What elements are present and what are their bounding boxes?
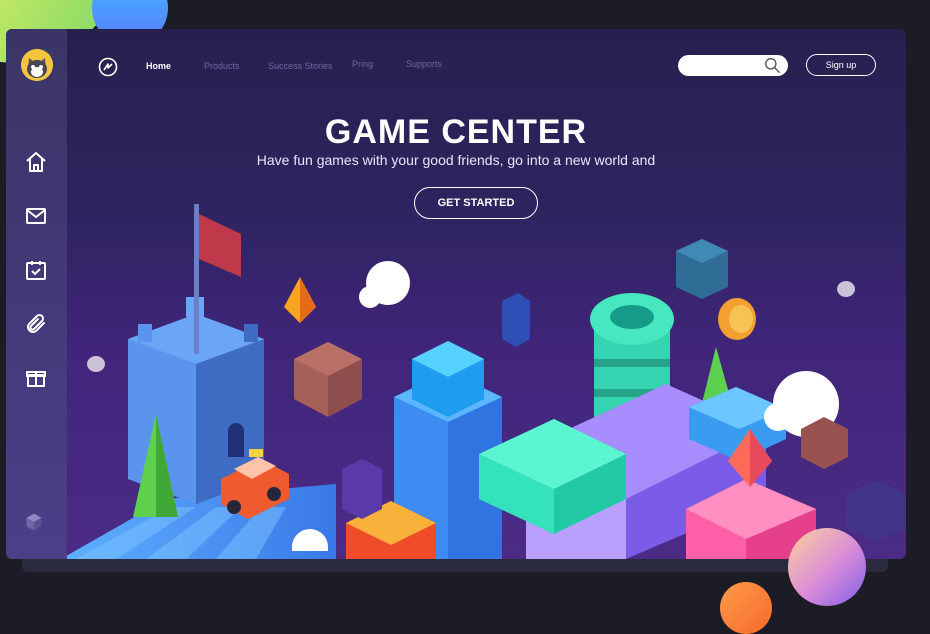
app-window: Home Products Success Stories Pring Supp…	[6, 29, 906, 559]
taxi-car	[221, 449, 289, 519]
cat-avatar-icon	[21, 49, 53, 81]
logo[interactable]	[98, 57, 118, 77]
paperclip-icon	[27, 313, 45, 333]
crate	[294, 342, 362, 417]
top-nav: Home Products Success Stories Pring Supp…	[67, 29, 906, 101]
road	[61, 484, 336, 559]
cloud-right	[764, 371, 839, 437]
sidebar-item-cube[interactable]	[24, 512, 44, 532]
calendar-check-icon	[26, 261, 46, 280]
search-input[interactable]	[678, 55, 788, 76]
small-blue-block	[502, 293, 530, 347]
pink-gem	[728, 429, 772, 487]
pebble-right	[837, 281, 855, 297]
decor-orange-circle	[720, 582, 772, 634]
cloud	[359, 261, 410, 308]
green-cone	[133, 414, 178, 517]
teal-cube	[676, 239, 728, 299]
sidebar-item-attachments[interactable]	[24, 312, 48, 336]
orange-gem	[284, 277, 316, 323]
isometric-game-scene	[61, 204, 906, 559]
hero-subtitle: Have fun games with your good friends, g…	[256, 152, 656, 168]
crate-right	[801, 417, 848, 469]
flag	[199, 214, 241, 277]
orange-cube	[346, 501, 436, 559]
blue-tower	[394, 341, 502, 559]
decor-pink-circle	[788, 528, 866, 606]
green-cone-right	[700, 347, 734, 411]
nav-home[interactable]: Home	[146, 61, 204, 71]
signup-button[interactable]: Sign up	[806, 54, 876, 76]
page-title: GAME CENTER	[324, 113, 588, 151]
blue-slab	[689, 387, 786, 461]
nav-products[interactable]: Products	[204, 61, 268, 71]
sidebar-item-gifts[interactable]	[24, 366, 48, 390]
purple-platform	[526, 384, 766, 559]
faint-cube-right	[846, 481, 906, 541]
teal-block	[479, 419, 626, 534]
nav-supports[interactable]: Supports	[406, 59, 466, 71]
flag-pole	[194, 204, 199, 354]
logo-icon	[98, 57, 118, 77]
nav-pring[interactable]: Pring	[352, 59, 406, 71]
purple-block	[342, 459, 382, 519]
green-pipe	[590, 293, 674, 439]
mail-icon	[26, 208, 46, 224]
sidebar-item-mail[interactable]	[24, 204, 48, 228]
castle-tower	[128, 297, 264, 504]
nav-links: Home Products Success Stories Pring Supp…	[146, 59, 466, 71]
cube-icon	[26, 513, 42, 531]
gift-icon	[26, 371, 46, 387]
nav-success-stories[interactable]: Success Stories	[268, 61, 352, 71]
pebble-left	[87, 356, 105, 372]
sidebar	[6, 29, 67, 559]
sidebar-item-calendar[interactable]	[24, 258, 48, 282]
get-started-button[interactable]: GET STARTED	[414, 187, 538, 219]
coin	[718, 298, 756, 340]
cloud-small-bottom	[292, 529, 328, 551]
avatar[interactable]	[21, 49, 53, 81]
